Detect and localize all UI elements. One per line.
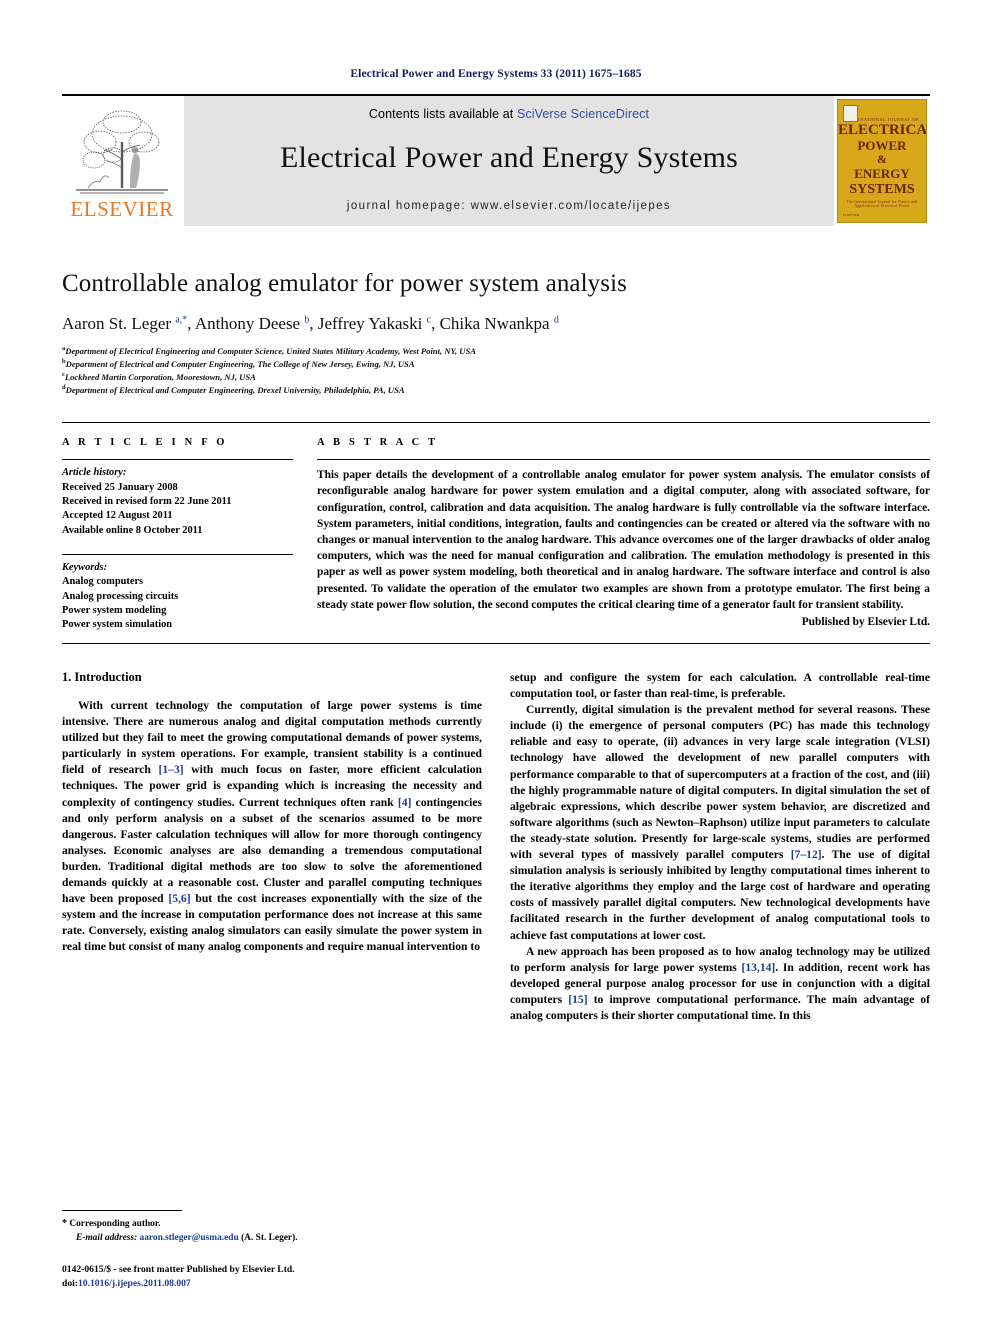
running-head: Electrical Power and Energy Systems 33 (… [350, 68, 642, 80]
history-item: Accepted 12 August 2011 [62, 510, 173, 522]
keyword-item: Analog processing circuits [62, 590, 179, 602]
section-heading-introduction: 1. Introduction [62, 669, 142, 684]
footnote-divider [62, 1209, 182, 1211]
cover-line-4: ENERGY [854, 166, 910, 182]
info-abstract-region: A R T I C L E I N F O Article history: R… [62, 422, 930, 633]
article-info-heading: A R T I C L E I N F O [62, 437, 228, 449]
journal-cover-cell: INTERNATIONAL JOURNAL OF ELECTRICAL POWE… [834, 96, 930, 226]
title-block: Controllable analog emulator for power s… [62, 270, 930, 396]
journal-title: Electrical Power and Energy Systems [280, 141, 738, 174]
keyword-item: Power system simulation [62, 619, 173, 631]
keywords-group: Keywords: Analog computers Analog proces… [62, 555, 293, 633]
email-owner: (A. St. Leger). [241, 1232, 298, 1243]
elsevier-logo: ELSEVIER [62, 96, 182, 226]
email-label: E-mail address: [76, 1232, 138, 1243]
affiliation-text: Department of Electrical and Computer En… [65, 358, 415, 369]
paper-page: Electrical Power and Energy Systems 33 (… [0, 0, 992, 1323]
keywords-label: Keywords: [62, 562, 108, 574]
divider [62, 642, 930, 644]
sciencedirect-link[interactable]: SciVerse ScienceDirect [517, 107, 649, 121]
affiliation-list: aDepartment of Electrical Engineering an… [62, 344, 930, 396]
abstract-text: This paper details the development of a … [317, 469, 930, 611]
email-note: E-mail address: aaron.stleger@usma.edu (… [62, 1232, 482, 1246]
cover-subtitle: The International Journal for Theory and… [846, 199, 918, 208]
history-item: Received 25 January 2008 [62, 481, 178, 493]
cover-line-1: ELECTRICAL [838, 122, 927, 138]
elsevier-tree-icon [76, 110, 168, 194]
article-history-group: Article history: Received 25 January 200… [62, 460, 293, 538]
affiliation-text: Department of Electrical and Computer En… [65, 385, 405, 396]
elsevier-wordmark: ELSEVIER [70, 197, 174, 221]
cover-elsevier-mark-icon [843, 105, 858, 122]
intro-paragraph-1-cont: setup and configure the system for each … [510, 670, 930, 700]
corresponding-author-text: Corresponding author. [69, 1218, 161, 1229]
published-by: Published by Elsevier Ltd. [801, 615, 930, 628]
affiliation-item: bDepartment of Electrical and Computer E… [62, 357, 930, 370]
intro-paragraph-2: Currently, digital simulation is the pre… [510, 703, 930, 942]
affiliation-item: aDepartment of Electrical Engineering an… [62, 344, 930, 357]
abstract-column: A B S T R A C T This paper details the d… [317, 437, 930, 633]
email-link[interactable]: aaron.stleger@usma.edu [140, 1233, 239, 1243]
contents-list-line: Contents lists available at SciVerse Sci… [369, 107, 649, 121]
journal-cover-image: INTERNATIONAL JOURNAL OF ELECTRICAL POWE… [837, 99, 927, 223]
doi-label: doi: [62, 1278, 78, 1290]
affiliation-item: cLockheed Martin Corporation, Moorestown… [62, 370, 930, 383]
history-item: Received in revised form 22 June 2011 [62, 495, 232, 507]
cover-line-5: SYSTEMS [849, 181, 915, 197]
affiliation-item: dDepartment of Electrical and Computer E… [62, 383, 930, 396]
keyword-item: Power system modeling [62, 605, 167, 617]
cover-line-2: POWER [857, 137, 907, 153]
contents-prefix: Contents lists available at [368, 107, 517, 121]
doi-line: doi:10.1016/j.ijepes.2011.08.007 [62, 1277, 482, 1291]
journal-banner: Contents lists available at SciVerse Sci… [184, 96, 834, 226]
doi-link[interactable]: 10.1016/j.ijepes.2011.08.007 [78, 1278, 191, 1289]
issn-block: 0142-0615/$ - see front matter Published… [62, 1263, 482, 1291]
affiliation-text: Lockheed Martin Corporation, Moorestown,… [64, 371, 256, 382]
intro-paragraph-3: A new approach has been proposed as to h… [510, 944, 930, 1023]
body-column-left: 1. Introduction With current technology … [62, 670, 482, 1024]
affiliation-text: Department of Electrical Engineering and… [65, 345, 477, 356]
abstract-heading: A B S T R A C T [317, 437, 439, 449]
keyword-item: Analog computers [62, 576, 144, 588]
intro-paragraph-1: With current technology the computation … [62, 698, 483, 954]
page-title: Controllable analog emulator for power s… [62, 270, 627, 297]
cover-footer: ELSEVIER [843, 212, 860, 217]
issn-line: 0142-0615/$ - see front matter Published… [62, 1264, 295, 1276]
corresponding-author-note: * Corresponding author. [62, 1217, 482, 1232]
footnote-region: * Corresponding author. E-mail address: … [62, 1209, 482, 1291]
history-item: Available online 8 October 2011 [62, 524, 203, 536]
journal-homepage[interactable]: journal homepage: www.elsevier.com/locat… [184, 200, 834, 212]
cover-line-3: & [877, 152, 887, 167]
body-columns: 1. Introduction With current technology … [62, 670, 930, 1024]
article-info-column: A R T I C L E I N F O Article history: R… [62, 437, 317, 633]
body-column-right: setup and configure the system for each … [510, 670, 930, 1024]
author-list: Aaron St. Leger a,*, Anthony Deese b, Je… [62, 314, 559, 333]
asterisk-icon: * [62, 1217, 67, 1229]
journal-masthead: ELSEVIER Contents lists available at Sci… [62, 94, 930, 226]
article-history-label: Article history: [62, 467, 127, 479]
